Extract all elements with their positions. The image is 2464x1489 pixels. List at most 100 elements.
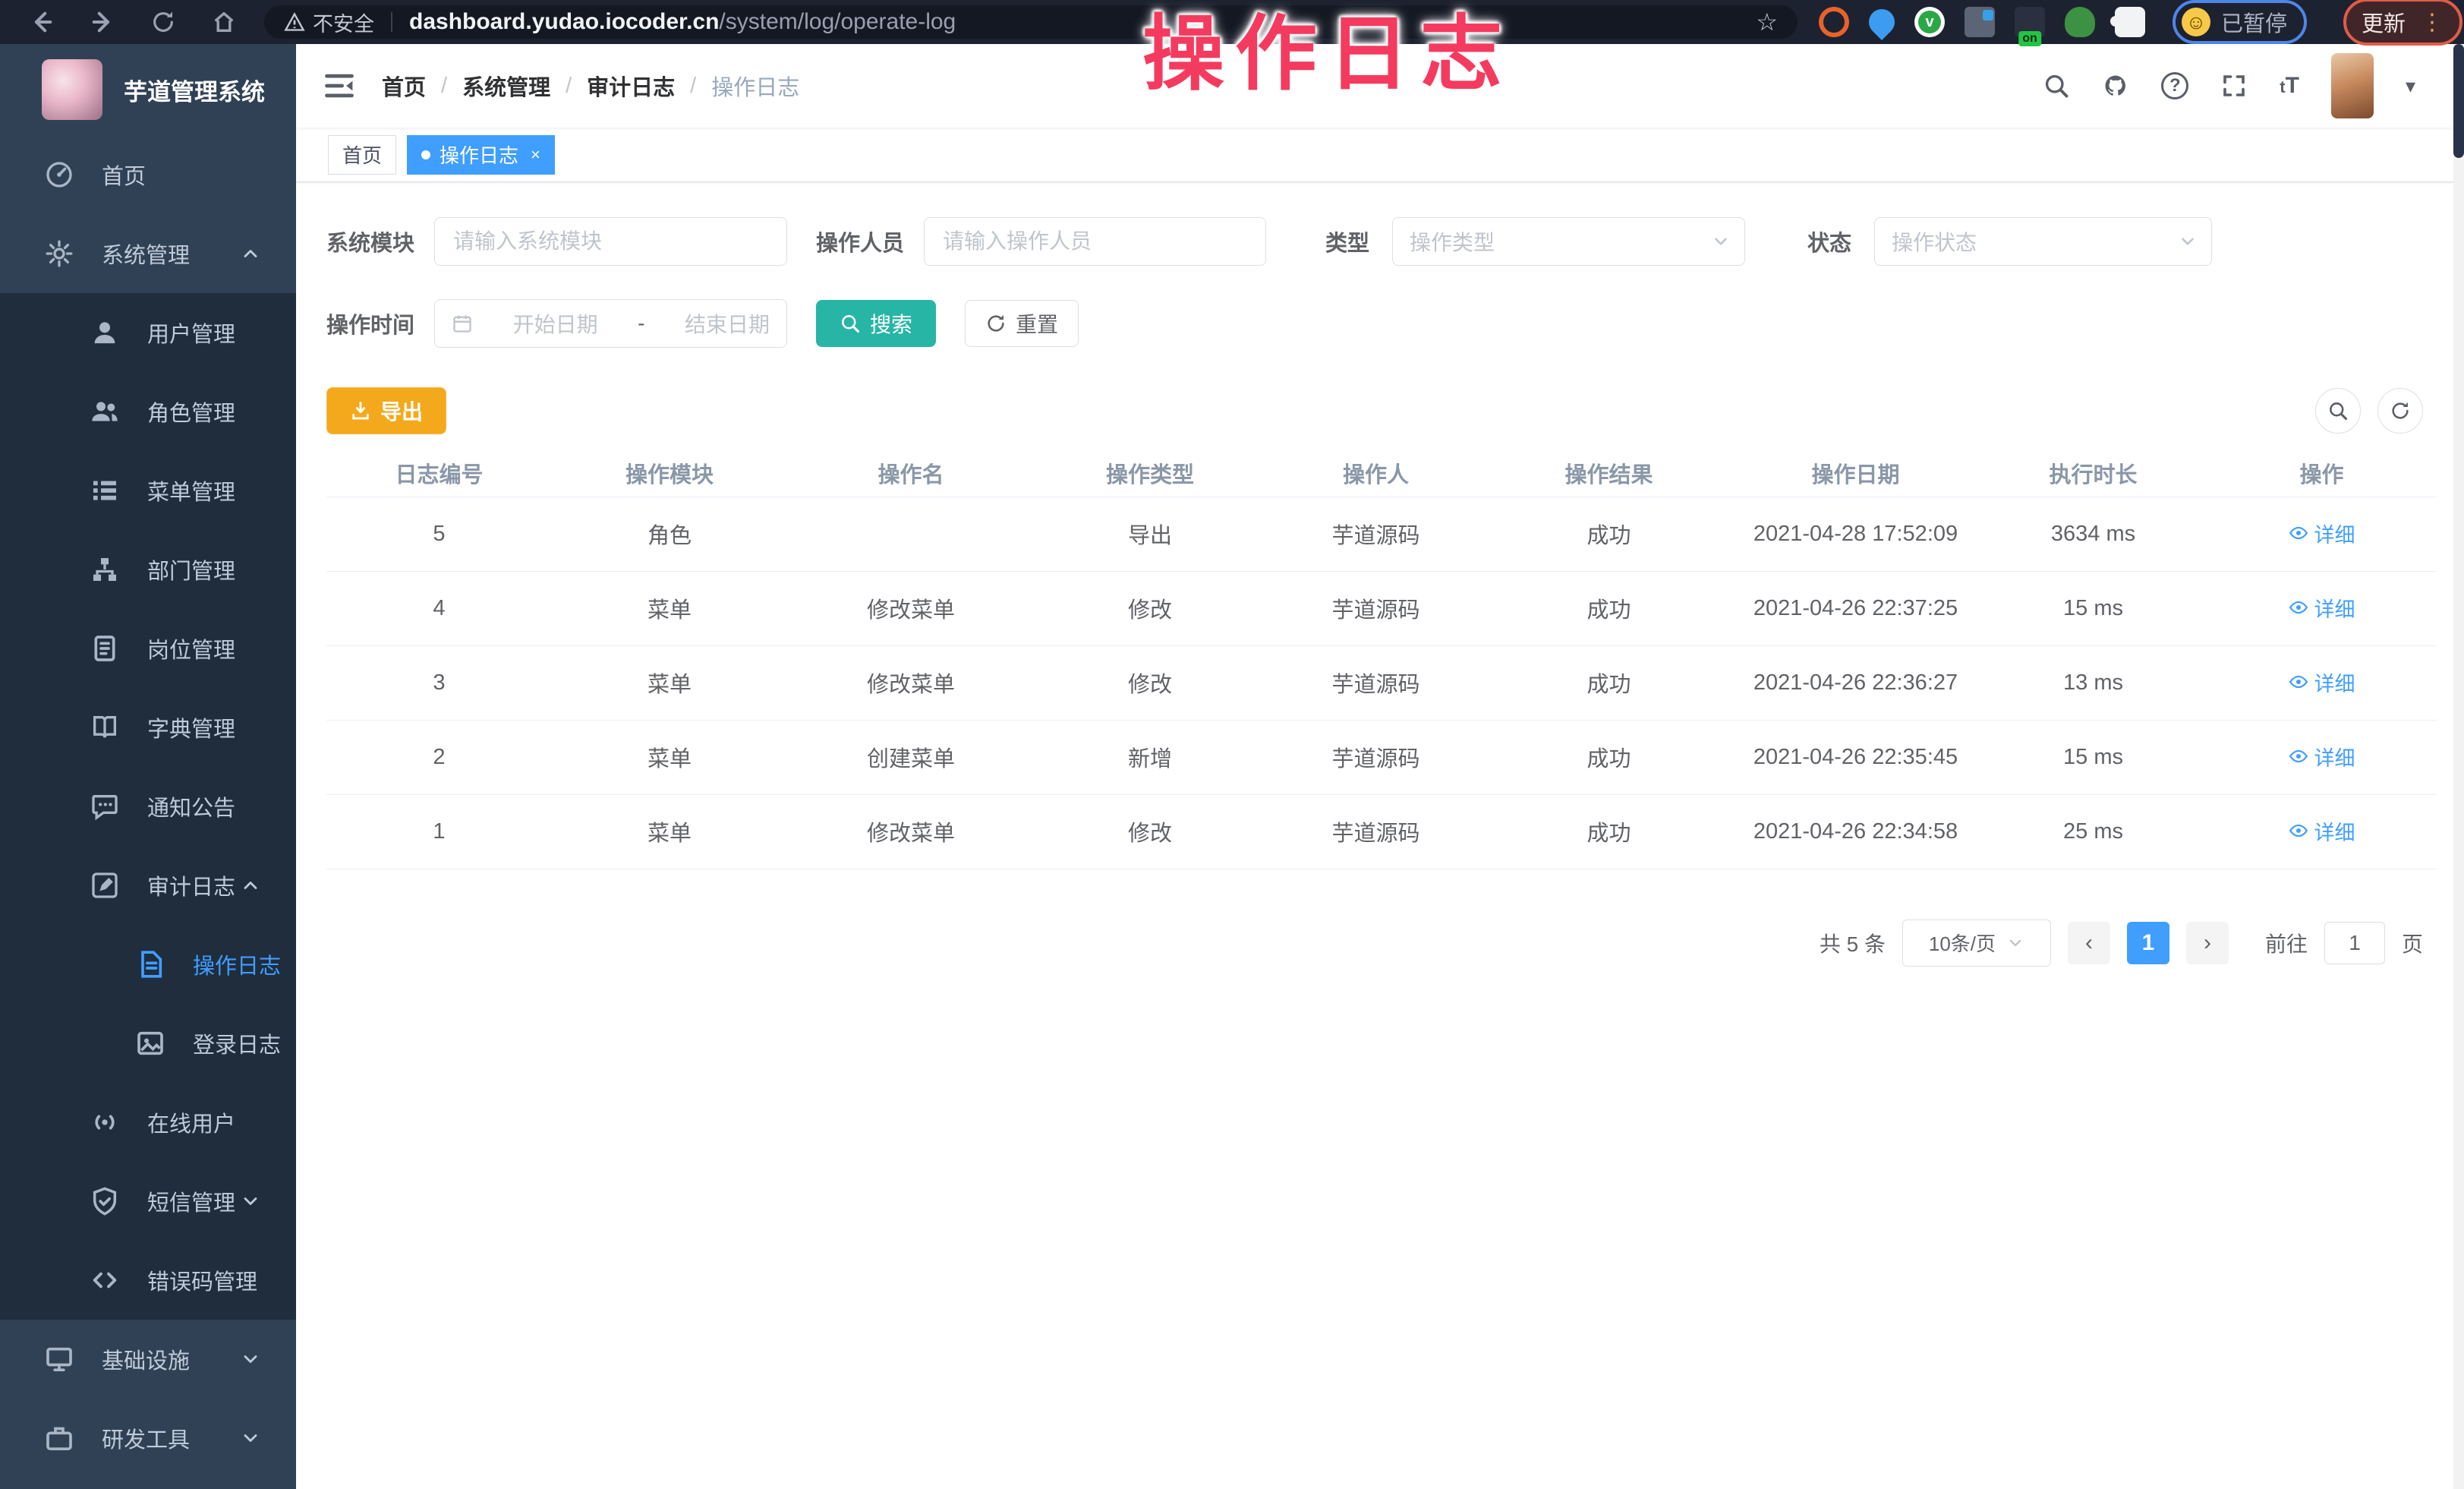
breadcrumb-home[interactable]: 首页 — [382, 70, 426, 102]
module-input-wrap — [434, 217, 787, 266]
page-1-button[interactable]: 1 — [2127, 922, 2169, 964]
page-size-select[interactable]: 10条/页 — [1902, 920, 2051, 967]
extension-icon-pin[interactable] — [1864, 4, 1900, 40]
browser-back-icon[interactable] — [29, 9, 55, 35]
gear-icon — [44, 238, 74, 269]
address-bar[interactable]: 不安全 dashboard.yudao.iocoder.cn /system/l… — [264, 5, 1798, 39]
sidebar-item-user-mgmt[interactable]: 用户管理 — [0, 293, 296, 372]
scrollbar-track[interactable] — [2453, 44, 2464, 1489]
cell-date: 2021-04-26 22:35:45 — [1731, 720, 1980, 794]
sidebar-item-dept-mgmt[interactable]: 部门管理 — [0, 530, 296, 609]
scrollbar-thumb[interactable] — [2453, 44, 2464, 158]
tab-operate-log[interactable]: 操作日志 × — [407, 135, 555, 175]
filter-row-1: 系统模块 操作人员 类型 操作类型 状态 操作状态 — [326, 217, 2423, 266]
end-date-placeholder: 结束日期 — [685, 308, 770, 339]
cell-module: 角色 — [552, 497, 787, 571]
sidebar-item-infrastructure[interactable]: 基础设施 — [0, 1320, 296, 1399]
cell-result: 成功 — [1486, 720, 1731, 794]
org-tree-icon — [90, 554, 120, 585]
sidebar-item-dev-tools[interactable]: 研发工具 — [0, 1399, 296, 1478]
prev-page-button[interactable]: ‹ — [2068, 922, 2110, 964]
breadcrumb-system[interactable]: 系统管理 — [462, 70, 550, 102]
cell-log-id: 2 — [326, 720, 552, 794]
sidebar-item-role-mgmt[interactable]: 角色管理 — [0, 372, 296, 451]
avatar[interactable] — [2331, 53, 2374, 118]
sidebar-item-post-mgmt[interactable]: 岗位管理 — [0, 609, 296, 688]
reset-button[interactable]: 重置 — [965, 300, 1079, 347]
type-label: 类型 — [1325, 226, 1369, 257]
fullscreen-icon[interactable] — [2220, 72, 2248, 99]
book-icon — [90, 712, 120, 743]
status-select[interactable]: 操作状态 — [1874, 217, 2212, 266]
detail-link[interactable]: 详细 — [2289, 742, 2355, 771]
browser-update-button[interactable]: 更新 ⋮ — [2343, 0, 2462, 46]
goto-page-input[interactable] — [2324, 922, 2385, 964]
cell-result: 成功 — [1486, 645, 1731, 720]
chevron-down-icon — [240, 1427, 261, 1449]
date-range-input[interactable]: 开始日期 - 结束日期 — [434, 299, 787, 348]
extensions-puzzle-icon[interactable] — [2115, 7, 2145, 37]
detail-link[interactable]: 详细 — [2289, 519, 2355, 548]
hamburger-icon[interactable] — [323, 69, 356, 103]
refresh-table-button[interactable] — [2377, 388, 2423, 434]
navbar-tools: ? tT ▾ — [2043, 53, 2415, 118]
tab-home[interactable]: 首页 — [328, 135, 396, 175]
sidebar-logo[interactable]: 芋道管理系统 — [0, 44, 296, 135]
operator-label: 操作人员 — [816, 226, 904, 257]
browser-home-icon[interactable] — [211, 9, 237, 35]
caret-down-icon[interactable]: ▾ — [2406, 74, 2415, 98]
sidebar-item-menu-mgmt[interactable]: 菜单管理 — [0, 451, 296, 530]
github-icon[interactable] — [2102, 72, 2129, 99]
cell-op-name: 修改菜单 — [787, 571, 1035, 645]
col-log-id: 日志编号 — [326, 450, 552, 497]
sidebar-item-errcode-mgmt[interactable]: 错误码管理 — [0, 1241, 296, 1320]
search-icon — [840, 313, 861, 334]
sidebar-item-label: 首页 — [102, 159, 146, 191]
chevron-down-icon — [2178, 232, 2198, 251]
type-select[interactable]: 操作类型 — [1392, 217, 1745, 266]
start-date-placeholder: 开始日期 — [513, 308, 598, 339]
table-tools — [2315, 388, 2423, 434]
browser-extensions: v on ☺ 已暂停 更新 ⋮ — [1819, 0, 2462, 46]
search-icon[interactable] — [2043, 72, 2070, 99]
help-icon[interactable]: ? — [2161, 72, 2188, 99]
extension-icon-orange[interactable] — [1819, 7, 1849, 37]
kebab-menu-icon[interactable]: ⋮ — [2421, 9, 2444, 36]
extension-icon-green-v[interactable]: v — [1914, 7, 1945, 37]
profile-paused-chip[interactable]: ☺ 已暂停 — [2173, 0, 2307, 44]
search-button[interactable]: 搜索 — [816, 300, 936, 347]
operator-input[interactable] — [941, 229, 1249, 254]
detail-link[interactable]: 详细 — [2289, 667, 2355, 697]
sidebar-item-login-log[interactable]: 登录日志 — [0, 1004, 296, 1083]
sidebar-item-online-users[interactable]: 在线用户 — [0, 1083, 296, 1162]
cell-module: 菜单 — [552, 645, 787, 720]
detail-link[interactable]: 详细 — [2289, 593, 2355, 623]
module-input[interactable] — [452, 229, 770, 254]
sidebar-item-sms-mgmt[interactable]: 短信管理 — [0, 1162, 296, 1241]
export-button[interactable]: 导出 — [326, 387, 446, 434]
cell-op-name: 创建菜单 — [787, 720, 1035, 794]
breadcrumb-audit[interactable]: 审计日志 — [587, 70, 675, 102]
font-size-icon[interactable]: tT — [2280, 73, 2299, 99]
sidebar-item-dict-mgmt[interactable]: 字典管理 — [0, 688, 296, 767]
toggle-search-button[interactable] — [2315, 388, 2361, 434]
sidebar-item-operate-log[interactable]: 操作日志 — [0, 925, 296, 1004]
next-page-button[interactable]: › — [2186, 922, 2229, 964]
cell-duration: 15 ms — [1980, 571, 2207, 645]
sidebar-item-system-mgmt[interactable]: 系统管理 — [0, 214, 296, 293]
detail-link[interactable]: 详细 — [2289, 816, 2355, 846]
browser-forward-icon[interactable] — [90, 9, 115, 35]
extension-icon-switch[interactable]: on — [2015, 7, 2045, 37]
sidebar-item-notice[interactable]: 通知公告 — [0, 767, 296, 846]
bookmark-star-icon[interactable]: ☆ — [1756, 8, 1778, 36]
site-security[interactable]: 不安全 — [284, 8, 374, 37]
cell-module: 菜单 — [552, 571, 787, 645]
cell-operator: 芋道源码 — [1265, 571, 1486, 645]
extension-icon-panel[interactable] — [1965, 7, 1995, 37]
close-icon[interactable]: × — [531, 145, 540, 165]
sidebar-item-audit-log[interactable]: 审计日志 — [0, 846, 296, 925]
extension-icon-leaf[interactable] — [2065, 7, 2095, 37]
search-icon — [2327, 400, 2349, 421]
browser-reload-icon[interactable] — [150, 9, 176, 35]
sidebar-item-home[interactable]: 首页 — [0, 135, 296, 214]
